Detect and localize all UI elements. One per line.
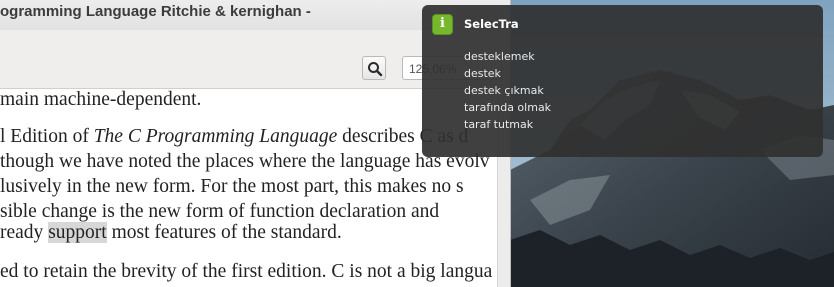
text-span: main machine-dependent.: [0, 89, 202, 110]
window-title: ogramming Language Ritchie & kernighan -: [0, 3, 311, 20]
text-span: ready: [0, 222, 49, 243]
text-span: sible change is the new form of function…: [0, 201, 440, 222]
text-span: though we have noted the places where th…: [0, 151, 490, 172]
text-span: The C Programming Language: [93, 126, 338, 147]
notification-title: SelecTra: [464, 17, 519, 31]
highlighted-word: support: [48, 222, 107, 243]
document-text-line: main machine-dependent.: [0, 89, 201, 111]
document-text-line: lusively in the new form. For the most p…: [0, 176, 464, 198]
translation-item: destek çıkmak: [464, 84, 544, 97]
info-icon: i: [432, 14, 453, 35]
document-text-line: sible change is the new form of function…: [0, 201, 439, 223]
translation-item: desteklemek: [464, 50, 535, 63]
notification-body: desteklemek destek destek çıkmak tarafında …: [464, 48, 551, 133]
translation-item: destek: [464, 67, 501, 80]
document-text-line: though we have noted the places where th…: [0, 151, 490, 173]
text-span: lusively in the new form. For the most p…: [0, 176, 464, 197]
document-text-line: ed to retain the brevity of the first ed…: [0, 261, 492, 283]
document-text-line: ready support most features of the stand…: [0, 222, 342, 244]
text-span: most features of the standard.: [106, 222, 342, 243]
translation-item: tarafında olmak: [464, 101, 552, 114]
text-span: ed to retain the brevity of the first ed…: [0, 261, 493, 282]
document-text-line: l Edition of The C Programming Language …: [0, 126, 468, 148]
translation-item: taraf tutmak: [464, 118, 534, 131]
search-icon: [368, 62, 383, 77]
text-span: l Edition of: [0, 126, 94, 147]
notification-popup[interactable]: i SelecTra desteklemek destek destek çıkma…: [422, 5, 823, 157]
info-icon-glyph: i: [440, 16, 445, 31]
search-button[interactable]: [362, 56, 386, 80]
